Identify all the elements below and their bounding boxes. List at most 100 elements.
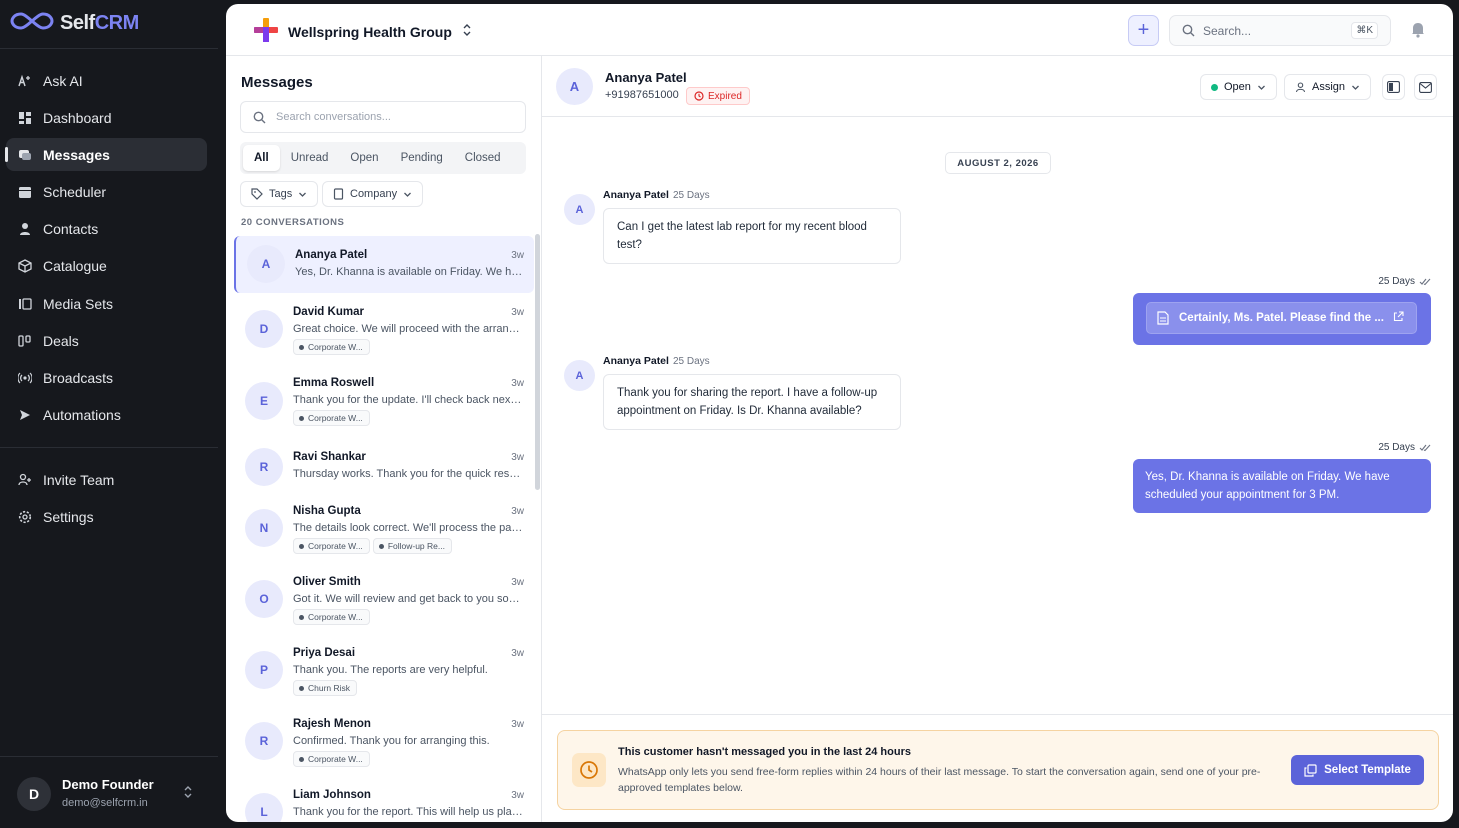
sidebar-item-label: Deals <box>43 332 79 349</box>
message-age: 25 Days <box>672 356 710 367</box>
conversation-name: Liam Johnson <box>293 789 371 801</box>
sidebar-item-broadcasts[interactable]: Broadcasts <box>6 362 207 395</box>
bell-icon[interactable] <box>1410 21 1426 43</box>
conversation-tags: Corporate W... Follow-up Re... <box>293 538 452 554</box>
conversation-list-scrollbar[interactable] <box>535 234 540 490</box>
select-template-button[interactable]: Select Template <box>1291 755 1424 785</box>
conversation-search-input[interactable]: Search conversations... <box>240 101 526 133</box>
sidebar-item-contacts[interactable]: Contacts <box>6 213 207 246</box>
template-copy-icon <box>1304 763 1317 777</box>
sidebar-item-label: Scheduler <box>43 184 107 201</box>
filter-tab-open[interactable]: Open <box>339 145 389 171</box>
org-switcher[interactable]: Wellspring Health Group <box>254 18 472 45</box>
filter-tab-pending[interactable]: Pending <box>390 145 454 171</box>
conversation-name: Emma Roswell <box>293 377 375 389</box>
sidebar-item-ask-ai[interactable]: Ask AI <box>6 64 207 97</box>
chevron-down-icon <box>1351 83 1360 92</box>
conversation-tags: Churn Risk <box>293 680 358 696</box>
contact-panel-button[interactable] <box>1382 74 1405 100</box>
filter-tab-unread[interactable]: Unread <box>280 145 340 171</box>
conversation-time: 3w <box>511 250 524 261</box>
box-icon <box>18 259 32 274</box>
dashboard-icon <box>18 111 32 125</box>
sidebar-item-dashboard[interactable]: Dashboard <box>6 101 207 134</box>
sidebar-item-scheduler[interactable]: Scheduler <box>6 176 207 209</box>
create-button[interactable]: + <box>1128 15 1159 46</box>
notice-title: This customer hasn't messaged you in the… <box>618 746 911 758</box>
assign-dropdown[interactable]: Assign <box>1284 74 1372 100</box>
conversation-name: Ananya Patel <box>295 249 368 261</box>
user-profile[interactable]: D Demo Founder demo@selfcrm.in <box>0 756 218 828</box>
sidebar-item-messages[interactable]: Messages <box>5 138 207 172</box>
chat-panel: A Ananya Patel +91987651000 Expired Open… <box>542 56 1453 822</box>
conversation-item[interactable]: D David Kumar 3w Great choice. We will p… <box>234 293 534 364</box>
contact-name[interactable]: Ananya Patel <box>605 70 687 85</box>
message-meta: 25 Days <box>1378 276 1431 287</box>
media-icon <box>18 297 32 311</box>
conversation-name: Nisha Gupta <box>293 505 361 517</box>
conversation-items: A Ananya Patel 3w Yes, Dr. Khanna is ava… <box>234 236 534 822</box>
conversation-item[interactable]: R Ravi Shankar 3w Thursday works. Thank … <box>234 438 534 492</box>
conversation-preview: Thank you for the update. I'll check bac… <box>293 394 523 406</box>
chevron-up-down-icon[interactable] <box>182 785 194 804</box>
sidebar-item-settings[interactable]: Settings <box>6 500 207 533</box>
email-button[interactable] <box>1414 74 1437 100</box>
conversation-item[interactable]: L Liam Johnson 3w Thank you for the repo… <box>234 776 534 822</box>
search-icon <box>1182 24 1195 37</box>
select-template-label: Select Template <box>1324 764 1411 776</box>
outgoing-message-bubble: Certainly, Ms. Patel. Please find the ..… <box>1133 293 1431 345</box>
sidebar-nav: Ask AI Dashboard Messages Scheduler Cont… <box>5 64 207 436</box>
user-email: demo@selfcrm.in <box>62 797 148 809</box>
conversation-time: 3w <box>511 790 524 801</box>
filter-tab-closed[interactable]: Closed <box>454 145 512 171</box>
deals-icon <box>18 334 32 348</box>
status-dropdown[interactable]: Open <box>1200 74 1277 100</box>
conversation-tags: Corporate W... <box>293 410 370 426</box>
tags-dropdown[interactable]: Tags <box>240 181 319 207</box>
conversation-item[interactable]: R Rajesh Menon 3w Confirmed. Thank you f… <box>234 705 534 776</box>
tag-badge: Corporate W... <box>293 339 370 355</box>
conversation-preview: Great choice. We will proceed with the a… <box>293 323 523 335</box>
company-dropdown[interactable]: Company <box>322 181 424 207</box>
sidebar-item-label: Media Sets <box>43 295 114 312</box>
tag-badge: Corporate W... <box>293 538 370 554</box>
conversation-time: 3w <box>511 307 524 318</box>
sidebar-bottom-nav: Invite Team Settings <box>6 463 207 537</box>
brand-logo[interactable]: SelfCRM <box>10 10 139 36</box>
brand-name-self: Self <box>60 11 95 34</box>
sidebar-item-automations[interactable]: Automations <box>6 399 207 432</box>
conversation-preview: Thursday works. Thank you for the quick … <box>293 468 523 480</box>
chevron-down-icon <box>403 190 412 199</box>
conversation-preview: Got it. We will review and get back to y… <box>293 593 523 605</box>
filter-tab-all[interactable]: All <box>243 145 280 171</box>
sidebar-item-media-sets[interactable]: Media Sets <box>6 287 207 320</box>
conversation-item[interactable]: P Priya Desai 3w Thank you. The reports … <box>234 634 534 705</box>
avatar: A <box>556 68 593 105</box>
document-attachment[interactable]: Certainly, Ms. Patel. Please find the ..… <box>1146 302 1417 334</box>
outgoing-message-bubble: Yes, Dr. Khanna is available on Friday. … <box>1133 459 1431 513</box>
conversation-name: Oliver Smith <box>293 576 361 588</box>
avatar: A <box>564 360 595 391</box>
contact-phone: +91987651000 <box>605 89 679 101</box>
main-panel: Wellspring Health Group + Search... ⌘K M… <box>226 4 1453 822</box>
sidebar-item-deals[interactable]: Deals <box>6 324 207 357</box>
sidebar-item-catalogue[interactable]: Catalogue <box>6 250 207 283</box>
conversation-item[interactable]: N Nisha Gupta 3w The details look correc… <box>234 492 534 563</box>
sidebar-item-invite-team[interactable]: Invite Team <box>6 463 207 496</box>
status-dot <box>1211 83 1218 91</box>
avatar: R <box>245 722 283 760</box>
broadcast-icon <box>18 371 32 385</box>
conversation-name: Priya Desai <box>293 647 356 659</box>
conversation-item[interactable]: O Oliver Smith 3w Got it. We will review… <box>234 563 534 634</box>
conversation-item[interactable]: A Ananya Patel 3w Yes, Dr. Khanna is ava… <box>234 236 534 293</box>
conversation-item[interactable]: E Emma Roswell 3w Thank you for the upda… <box>234 364 534 438</box>
external-link-icon[interactable] <box>1393 311 1404 322</box>
org-logo-icon <box>254 18 278 45</box>
conversation-tags: Corporate W... <box>293 751 370 767</box>
status-badge-label: Expired <box>708 90 742 102</box>
status-badge: Expired <box>686 87 750 105</box>
conversation-time: 3w <box>511 719 524 730</box>
infinity-logo-icon <box>10 10 54 37</box>
conversation-time: 3w <box>511 577 524 588</box>
global-search-input[interactable]: Search... ⌘K <box>1169 15 1391 46</box>
